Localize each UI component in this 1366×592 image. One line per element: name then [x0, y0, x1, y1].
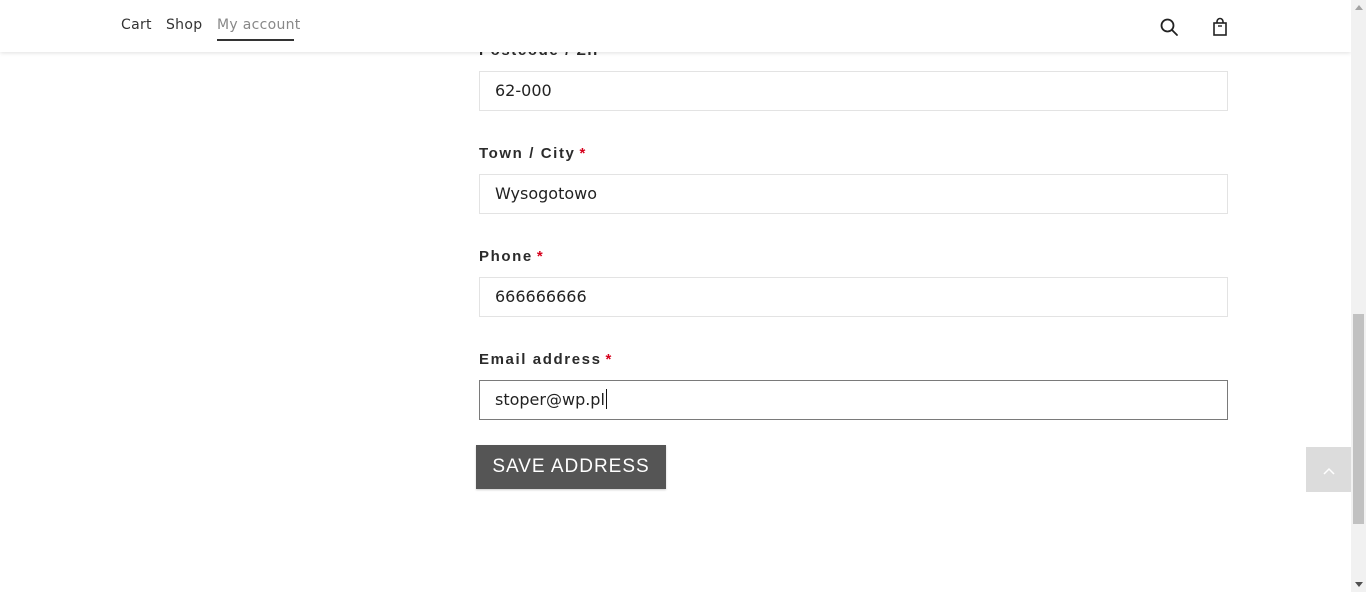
back-to-top-button[interactable] [1306, 447, 1351, 492]
required-mark: * [605, 351, 613, 368]
postcode-value: 62-000 [495, 81, 552, 100]
nav-item-shop[interactable]: Shop [166, 17, 202, 33]
search-icon[interactable] [1159, 17, 1179, 37]
email-input[interactable]: stoper@wp.pl [479, 380, 1228, 420]
active-nav-underline [217, 39, 294, 41]
email-label: Email address * [479, 351, 613, 368]
required-mark: * [536, 248, 545, 265]
city-label: Town / City * [479, 145, 587, 162]
save-address-label: SAVE ADDRESS [492, 456, 650, 477]
phone-input[interactable]: 666666666 [479, 277, 1228, 317]
site-header: Cart Shop My account [0, 0, 1351, 52]
phone-label-text: Phone [479, 248, 533, 265]
text-caret [605, 389, 607, 409]
save-address-button[interactable]: SAVE ADDRESS [476, 445, 666, 489]
city-value: Wysogotowo [495, 184, 598, 203]
shopping-bag-icon[interactable] [1210, 17, 1230, 37]
email-value: stoper@wp.pl [495, 390, 605, 409]
postcode-input[interactable]: 62-000 [479, 71, 1228, 111]
chevron-up-icon [1322, 460, 1335, 479]
required-mark: * [579, 145, 587, 162]
scrollbar-thumb[interactable] [1353, 314, 1364, 524]
scroll-down-arrow-icon[interactable] [1351, 577, 1366, 592]
email-label-text: Email address [479, 351, 602, 368]
city-input[interactable]: Wysogotowo [479, 174, 1228, 214]
nav-item-my-account[interactable]: My account [217, 17, 301, 33]
page: Postcode / ZIP* 62-000 Town / City* Wyso… [0, 0, 1351, 592]
phone-label: Phone * [479, 248, 544, 265]
nav-item-cart[interactable]: Cart [121, 17, 152, 33]
city-label-text: Town / City [479, 145, 576, 162]
scroll-up-arrow-icon[interactable] [1351, 0, 1366, 15]
phone-value: 666666666 [495, 287, 587, 306]
